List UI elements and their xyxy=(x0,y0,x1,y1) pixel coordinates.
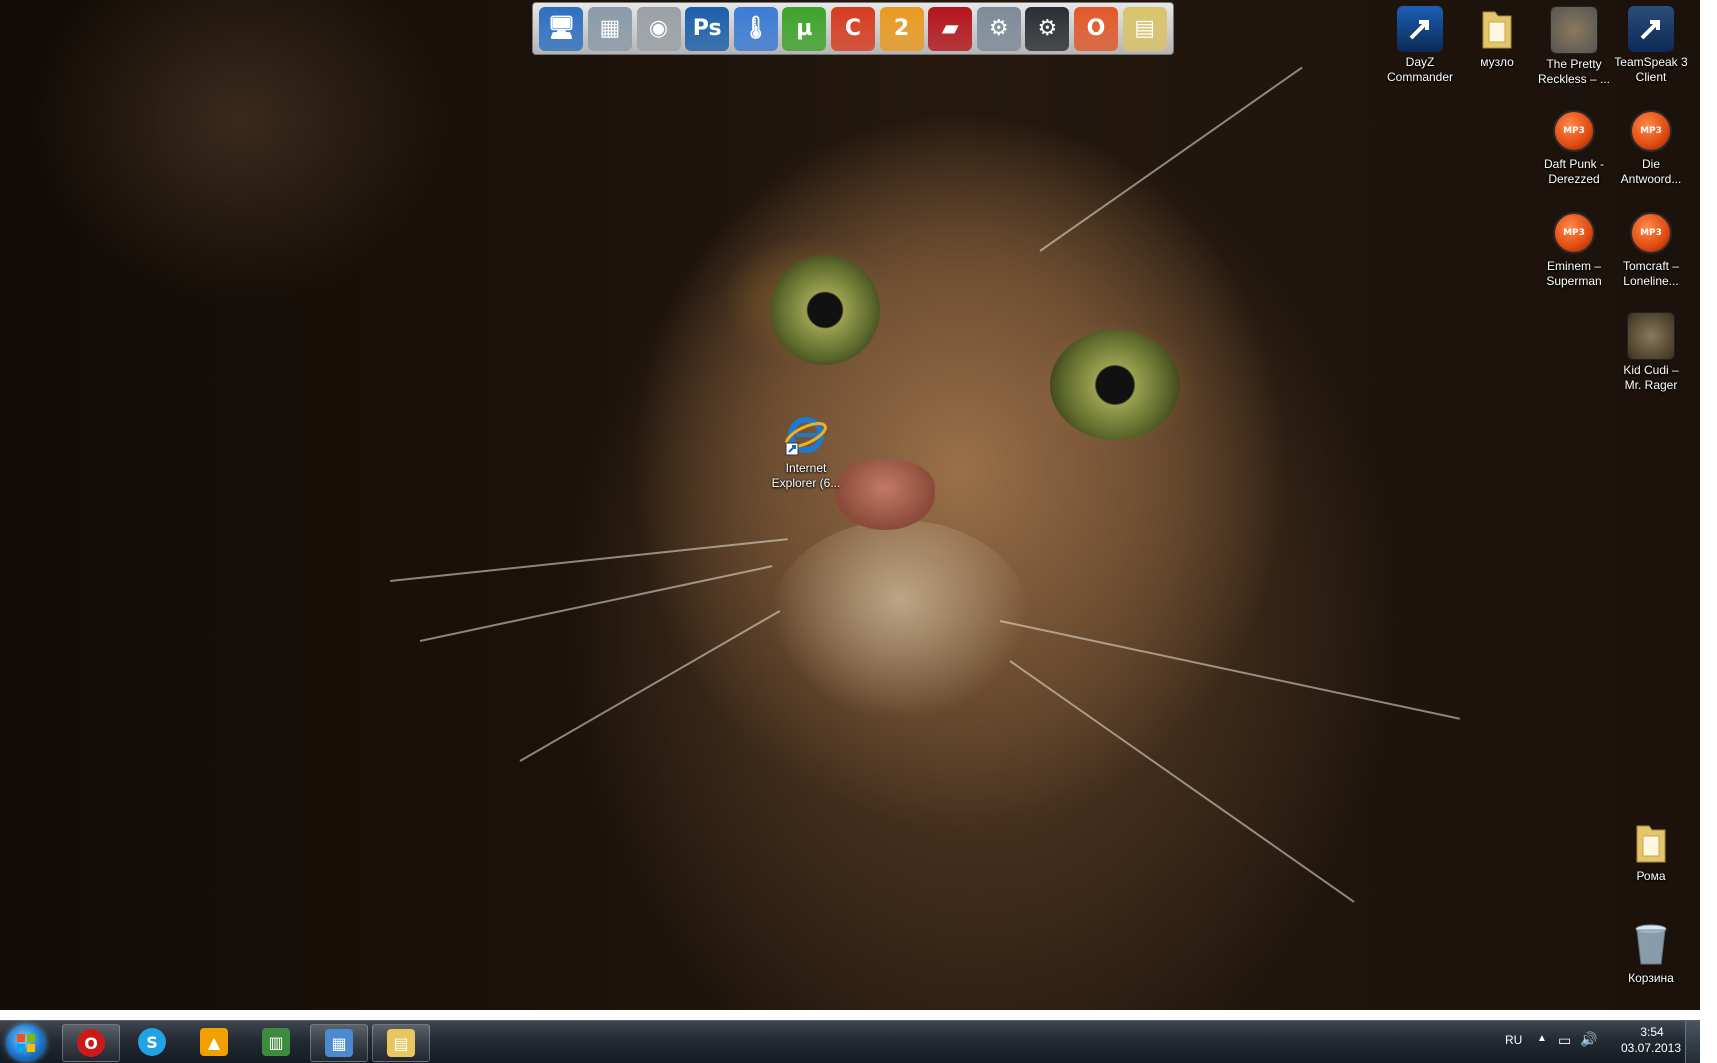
album-art-icon xyxy=(1627,312,1675,360)
network-icon[interactable]: ▭ xyxy=(1558,1032,1571,1049)
desktop-icon-label: Рома xyxy=(1636,869,1666,883)
desktop-icon-label: DayZ Commander xyxy=(1386,55,1454,84)
teamspeak-shortcut[interactable]: TeamSpeak 3 Client xyxy=(1612,6,1690,85)
mp3-badge: MP3 xyxy=(1630,110,1672,152)
desktop-icon-label: Die Antwoord... xyxy=(1620,157,1682,186)
opera-dock-icon[interactable]: O xyxy=(1074,6,1118,51)
app-shortcut-icon xyxy=(1628,6,1674,52)
dayz-commander-shortcut[interactable]: DayZ Commander xyxy=(1381,6,1459,85)
robot-icon[interactable]: ⚙ xyxy=(976,6,1021,51)
desktop-icon-label: TeamSpeak 3 Client xyxy=(1614,55,1688,84)
eminem-mp3[interactable]: MP3 Eminem – Superman xyxy=(1535,210,1613,289)
opera-taskbar-button[interactable]: O xyxy=(62,1024,120,1062)
tomcraft-mp3[interactable]: MP3 Tomcraft – Loneline... xyxy=(1612,210,1690,289)
aimp-icon: ▲ xyxy=(200,1028,228,1056)
pretty-reckless-file[interactable]: The Pretty Reckless – ... xyxy=(1535,6,1613,87)
thermometer-icon[interactable]: 🌡 xyxy=(733,6,778,51)
desktop-icon-label: Корзина xyxy=(1628,971,1674,985)
desktop-wallpaper: 🖥 ▦ ◉ Ps 🌡 µ C 2 ▰ ⚙ ⚙ O ▤ DayZ Commander музло The Pr… xyxy=(0,0,1700,1010)
skype-taskbar-button[interactable]: S xyxy=(124,1024,180,1060)
aimp-taskbar-button[interactable]: ▲ xyxy=(186,1024,242,1060)
clock-date[interactable]: 03.07.2013 xyxy=(1611,1041,1691,1055)
mp3-file-icon: MP3 xyxy=(1628,108,1674,154)
desktop-icon-label: Daft Punk - Derezzed xyxy=(1543,157,1605,186)
wallpaper-whisker xyxy=(1009,660,1355,903)
wallpaper-cat-nose xyxy=(835,460,935,530)
desktop-icon-label: Internet Explorer (6... xyxy=(771,461,841,490)
dock-bar: 🖥 ▦ ◉ Ps 🌡 µ C 2 ▰ ⚙ ⚙ O ▤ xyxy=(532,2,1174,55)
wallpaper-cat-muzzle xyxy=(770,520,1030,720)
mp3-file-icon: MP3 xyxy=(1551,108,1597,154)
app-shortcut-icon xyxy=(1397,6,1443,52)
pictures-icon[interactable]: ▦ xyxy=(587,6,632,51)
wallpaper-whisker xyxy=(419,565,773,642)
mp3-file-icon: MP3 xyxy=(1551,210,1597,256)
steam-icon[interactable]: ⚙ xyxy=(1025,6,1070,51)
recycle-bin-icon xyxy=(1628,922,1674,968)
task-manager-taskbar-button[interactable]: ▥ xyxy=(248,1024,304,1060)
map-pin-icon[interactable]: 2 xyxy=(879,6,924,51)
internet-explorer-icon xyxy=(783,412,829,458)
speaker-icon[interactable]: ◉ xyxy=(636,6,681,51)
mp3-badge: MP3 xyxy=(1553,110,1595,152)
computer-icon[interactable]: 🖥 xyxy=(539,6,584,51)
desktop-icon-label: Tomcraft – Loneline... xyxy=(1622,259,1679,288)
folder-icon xyxy=(1628,820,1674,866)
mp3-file-icon: MP3 xyxy=(1628,210,1674,256)
explorer-icon: ▤ xyxy=(387,1029,415,1057)
stripes-icon[interactable]: ▰ xyxy=(928,6,973,51)
desktop-icon-label: Eminem – Superman xyxy=(1546,259,1602,288)
language-indicator[interactable]: RU xyxy=(1505,1033,1522,1047)
wallpaper-cat-left-eye xyxy=(770,255,880,365)
kid-cudi-file[interactable]: Kid Cudi – Mr. Rager xyxy=(1612,312,1690,393)
utorrent-icon[interactable]: µ xyxy=(782,6,827,51)
windows-logo-icon xyxy=(17,1034,35,1052)
album-art-icon xyxy=(1550,6,1598,54)
folder-icon xyxy=(1474,6,1520,52)
screen-edge xyxy=(1700,0,1717,1050)
show-desktop-button[interactable] xyxy=(1685,1021,1700,1063)
photoshop-icon[interactable]: Ps xyxy=(685,6,730,51)
start-button[interactable] xyxy=(6,1024,46,1062)
explorer-taskbar-button[interactable]: ▤ xyxy=(372,1024,430,1062)
roma-folder[interactable]: Рома xyxy=(1612,820,1690,884)
muzlo-folder[interactable]: музло xyxy=(1458,6,1536,70)
opera-icon: O xyxy=(77,1029,105,1057)
show-hidden-icons-arrow-icon[interactable]: ▲ xyxy=(1537,1033,1547,1044)
wallpaper-whisker xyxy=(999,620,1460,720)
control-panel-icon: ▦ xyxy=(325,1029,353,1057)
recycle-bin[interactable]: Корзина xyxy=(1612,922,1690,986)
mp3-badge: MP3 xyxy=(1553,212,1595,254)
desktop-icon-label: The Pretty Reckless – ... xyxy=(1537,57,1611,86)
mp3-badge: MP3 xyxy=(1630,212,1672,254)
desktop-icon-label: музло xyxy=(1480,55,1514,69)
skype-icon: S xyxy=(138,1028,166,1056)
wallpaper-whisker xyxy=(1039,66,1303,252)
taskbar: O S ▲ ▥ ▦ ▤ RU ▲ ▭ 🔊 3:54 03.07.2013 xyxy=(0,1020,1700,1063)
task-manager-icon: ▥ xyxy=(262,1028,290,1056)
wallpaper-cat-right-eye xyxy=(1050,330,1180,440)
desktop-icon-label: Kid Cudi – Mr. Rager xyxy=(1623,363,1679,392)
volume-icon[interactable]: 🔊 xyxy=(1580,1031,1597,1048)
clock-time[interactable]: 3:54 xyxy=(1625,1025,1679,1039)
daft-punk-mp3[interactable]: MP3 Daft Punk - Derezzed xyxy=(1535,108,1613,187)
die-antwoord-mp3[interactable]: MP3 Die Antwoord... xyxy=(1612,108,1690,187)
internet-explorer-shortcut[interactable]: Internet Explorer (6... xyxy=(767,412,845,491)
folder-dock-icon[interactable]: ▤ xyxy=(1122,6,1167,51)
ccleaner-icon[interactable]: C xyxy=(830,6,875,51)
wallpaper-whisker xyxy=(519,610,781,762)
control-panel-taskbar-button[interactable]: ▦ xyxy=(310,1024,368,1062)
